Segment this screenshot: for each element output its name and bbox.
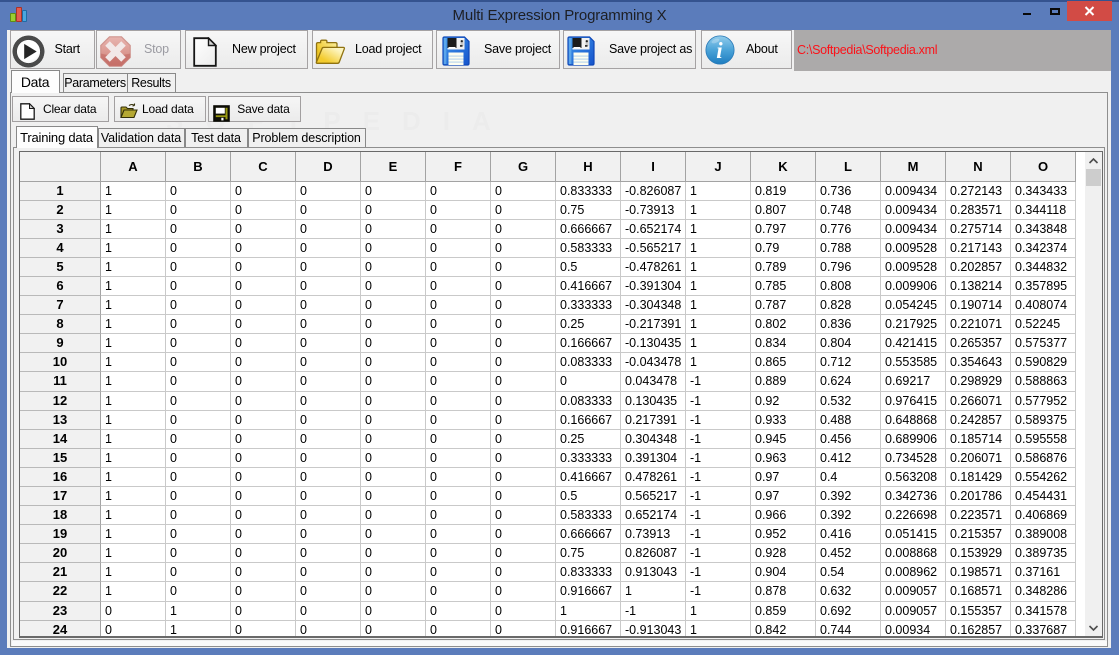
svg-text:i: i bbox=[716, 38, 723, 63]
